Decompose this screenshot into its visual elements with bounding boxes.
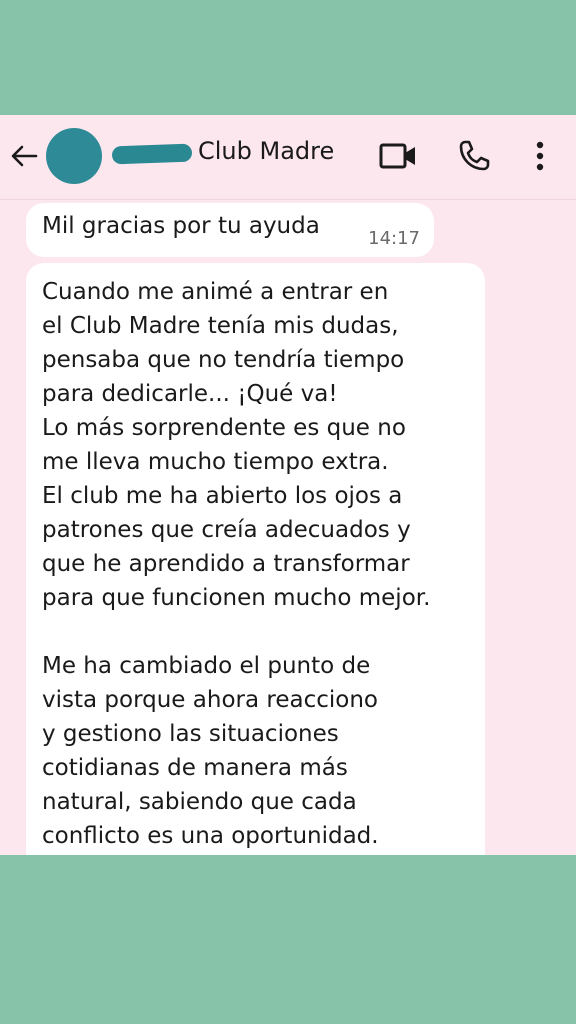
message-time: 14:17: [368, 228, 420, 249]
chat-screenshot: Club Madre Mil gracias por tu ayuda 14:1…: [0, 115, 576, 855]
chat-header: Club Madre: [0, 115, 576, 200]
message-bubble[interactable]: Mil gracias por tu ayuda 14:17: [26, 203, 434, 257]
message-bubble[interactable]: Cuando me animé a entrar en el Club Madr…: [26, 263, 485, 855]
video-call-icon[interactable]: [378, 139, 418, 173]
more-vert-icon[interactable]: [528, 137, 552, 175]
phone-icon[interactable]: [456, 138, 492, 174]
avatar[interactable]: [46, 128, 102, 184]
back-arrow-icon[interactable]: [8, 140, 40, 172]
name-redaction: [111, 143, 193, 165]
contact-name[interactable]: Club Madre: [198, 137, 334, 165]
message-text: Mil gracias por tu ayuda: [42, 213, 320, 239]
message-text: Cuando me animé a entrar en el Club Madr…: [42, 279, 431, 849]
